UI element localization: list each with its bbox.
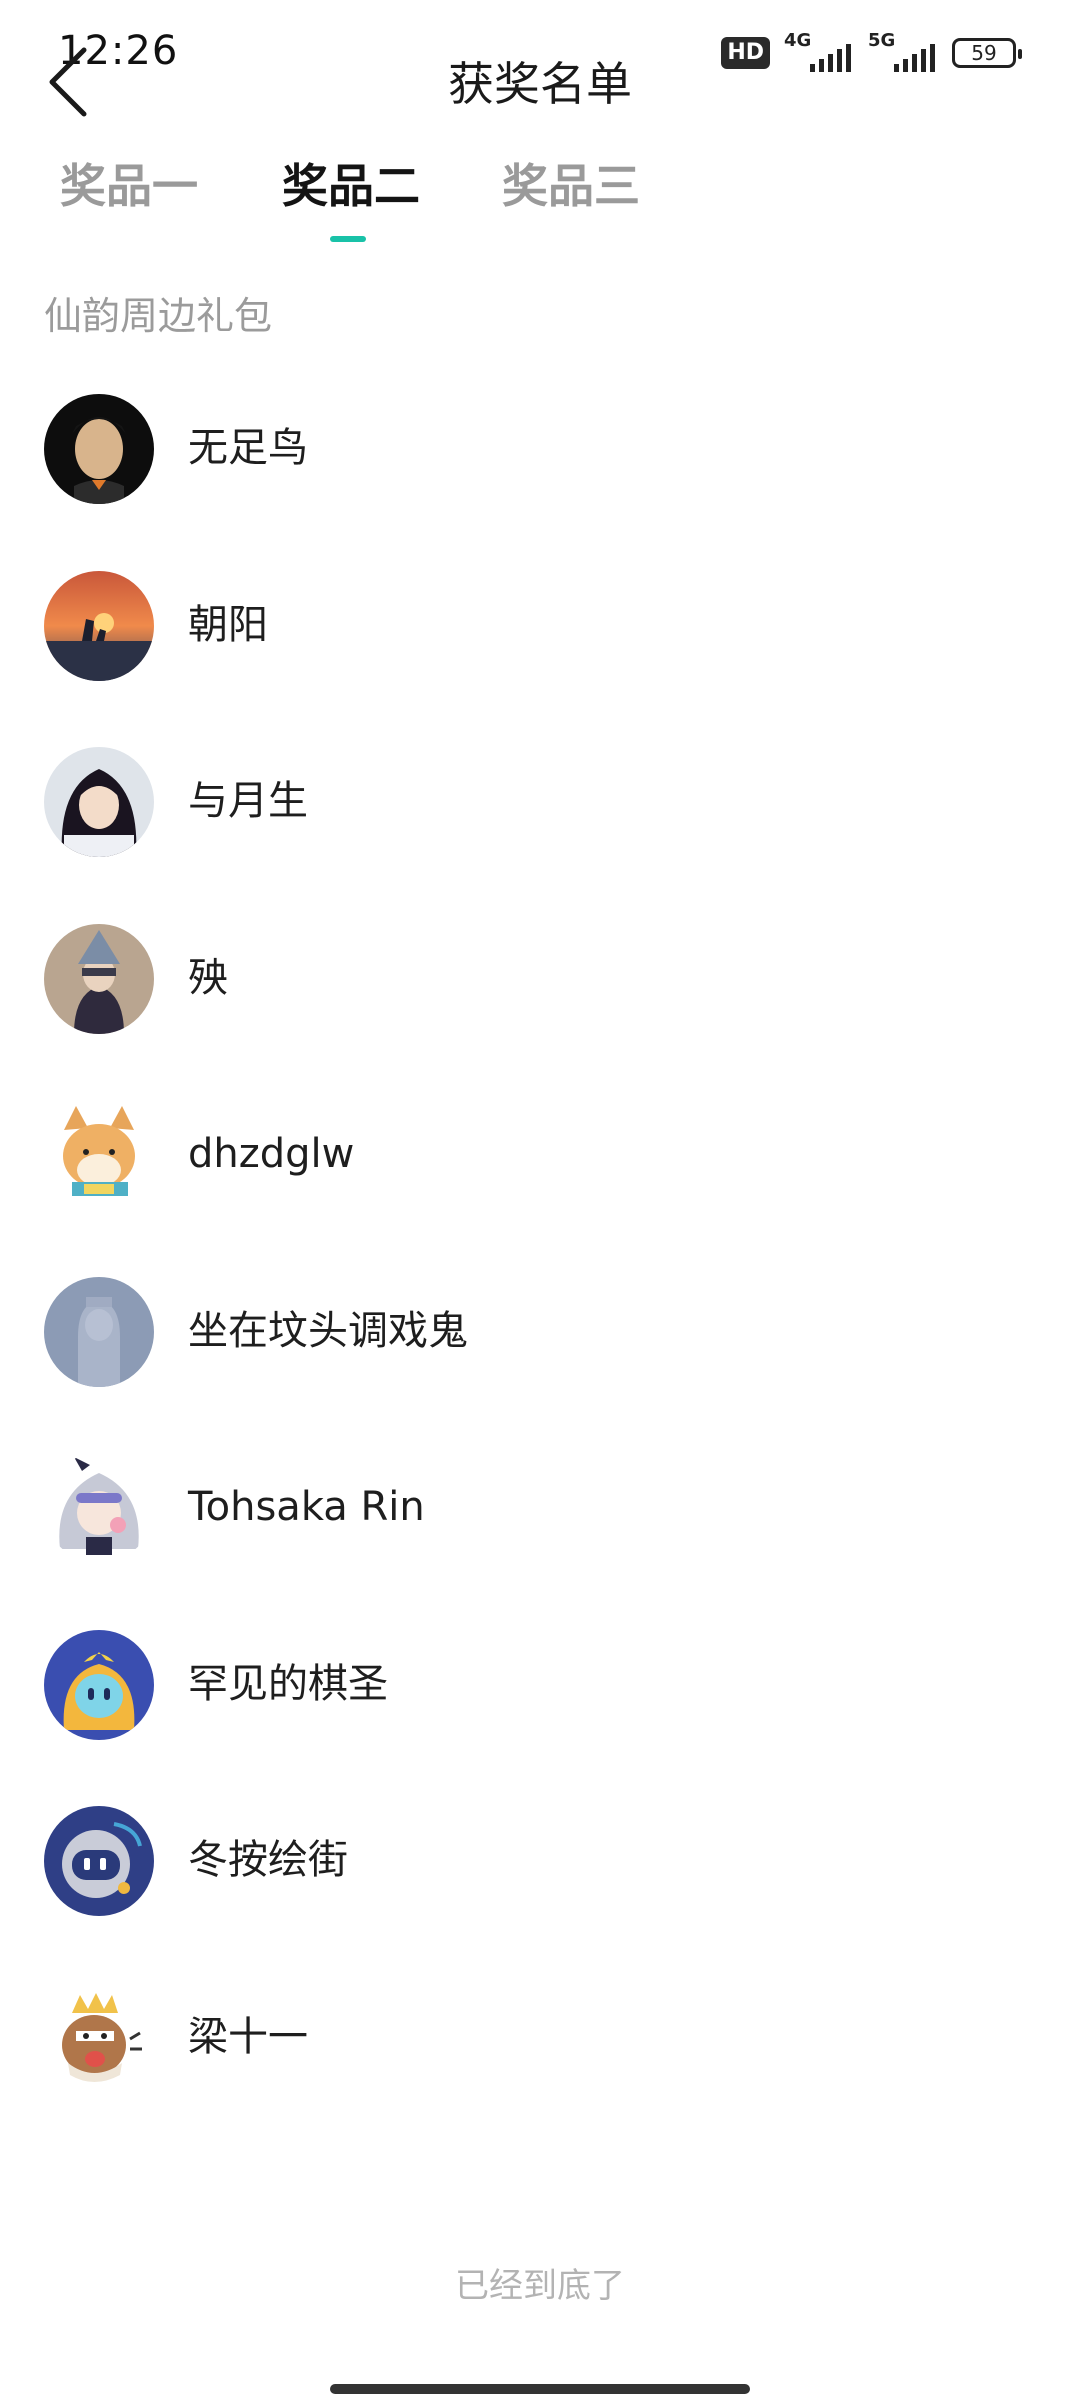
avatar (44, 923, 154, 1034)
avatar (44, 1276, 154, 1387)
list-item[interactable]: dhzdglw (0, 1100, 1080, 1277)
avatar (44, 1806, 154, 1916)
avatar (44, 1100, 154, 1210)
tab-prize-2[interactable]: 奖品二 (282, 150, 420, 216)
winner-name: 殃 (188, 954, 228, 1001)
list-item[interactable]: 冬按绘街 (0, 1806, 1080, 1983)
winner-name: 无足鸟 (188, 425, 308, 471)
list-item[interactable]: 罕见的棋圣 (0, 1629, 1080, 1807)
prize-tabs: 奖品一 奖品二 奖品三 (0, 150, 1080, 250)
winner-name: 罕见的棋圣 (188, 1660, 388, 1707)
list-item[interactable]: 坐在坟头调戏鬼 (0, 1276, 1080, 1454)
active-tab-indicator (330, 236, 366, 242)
avatar (44, 394, 154, 504)
winner-name: 与月生 (188, 778, 308, 824)
avatar (44, 747, 154, 857)
list-item[interactable]: 无足鸟 (0, 394, 1080, 571)
winner-name: 朝阳 (188, 601, 268, 648)
tab-prize-1[interactable]: 奖品一 (60, 150, 198, 216)
avatar (44, 1982, 154, 2093)
tab-prize-3[interactable]: 奖品三 (502, 150, 640, 216)
avatar (44, 1453, 154, 1563)
winner-list: 无足鸟 朝阳 与月生 殃 dhzdglw 坐在坟头调戏鬼 Tohsaka Rin… (0, 394, 1080, 2159)
page-title: 获奖名单 (448, 57, 632, 111)
list-item[interactable]: 梁十一 (0, 1982, 1080, 2160)
prize-name: 仙韵周边礼包 (44, 294, 273, 338)
winner-name: 坐在坟头调戏鬼 (188, 1307, 468, 1354)
winner-name: 冬按绘街 (188, 1837, 348, 1883)
avatar (44, 1629, 154, 1740)
list-item[interactable]: Tohsaka Rin (0, 1453, 1080, 1630)
winner-name: dhzdglw (188, 1131, 355, 1177)
avatar (44, 570, 154, 681)
home-indicator[interactable] (330, 2384, 750, 2394)
winner-name: 梁十一 (188, 2013, 308, 2060)
winner-name: Tohsaka Rin (188, 1484, 425, 1530)
list-item[interactable]: 殃 (0, 923, 1080, 1101)
list-item[interactable]: 与月生 (0, 747, 1080, 924)
end-of-list-text: 已经到底了 (455, 2266, 625, 2306)
list-item[interactable]: 朝阳 (0, 570, 1080, 748)
